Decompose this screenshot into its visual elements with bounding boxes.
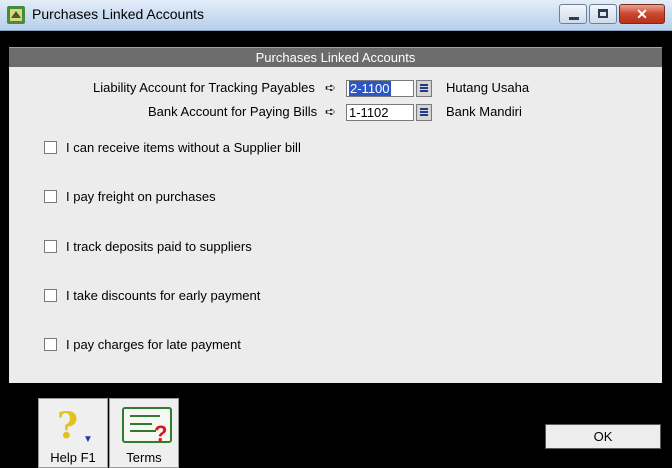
title-bar[interactable]: Purchases Linked Accounts ✕ bbox=[0, 0, 672, 31]
terms-button-label: Terms bbox=[126, 450, 162, 465]
terms-button[interactable]: ? Terms bbox=[109, 398, 179, 468]
terms-icon-line bbox=[130, 430, 156, 432]
maximize-icon bbox=[598, 9, 608, 18]
ok-button[interactable]: OK bbox=[545, 424, 661, 449]
option-label[interactable]: I take discounts for early payment bbox=[66, 288, 260, 303]
liability-account-number: 2-1100 bbox=[349, 81, 391, 96]
minimize-button[interactable] bbox=[559, 4, 587, 24]
dialog-window: Purchases Linked Accounts ✕ Purchases Li… bbox=[0, 0, 672, 468]
minimize-icon bbox=[569, 17, 579, 20]
terms-icon-line bbox=[130, 415, 160, 417]
option-checkbox[interactable] bbox=[44, 190, 57, 203]
bank-account-lookup-button[interactable] bbox=[416, 104, 432, 121]
arrow-icon: ➪ bbox=[325, 104, 336, 119]
liability-account-lookup-button[interactable] bbox=[416, 80, 432, 97]
bank-account-number: 1-1102 bbox=[349, 105, 389, 120]
liability-account-label: Liability Account for Tracking Payables bbox=[93, 80, 315, 95]
list-icon bbox=[420, 84, 428, 93]
option-checkbox[interactable] bbox=[44, 141, 57, 154]
close-icon: ✕ bbox=[636, 6, 648, 22]
app-icon bbox=[7, 6, 25, 24]
help-button-label: Help F1 bbox=[50, 450, 96, 465]
option-checkbox[interactable] bbox=[44, 289, 57, 302]
liability-account-input[interactable]: 2-1100 bbox=[346, 80, 414, 97]
option-label[interactable]: I can receive items without a Supplier b… bbox=[66, 140, 301, 155]
option-checkbox[interactable] bbox=[44, 338, 57, 351]
liability-account-name: Hutang Usaha bbox=[446, 80, 530, 95]
help-button[interactable]: ? ▼ Help F1 bbox=[38, 398, 108, 468]
window-title: Purchases Linked Accounts bbox=[32, 6, 204, 22]
option-label[interactable]: I pay freight on purchases bbox=[66, 189, 216, 204]
question-mark-icon: ? bbox=[154, 421, 168, 446]
option-label[interactable]: I pay charges for late payment bbox=[66, 337, 241, 352]
bank-account-label: Bank Account for Paying Bills bbox=[148, 104, 318, 119]
option-checkbox[interactable] bbox=[44, 240, 57, 253]
option-label[interactable]: I track deposits paid to suppliers bbox=[66, 239, 252, 254]
dropdown-arrow-icon: ▼ bbox=[83, 434, 93, 445]
linked-accounts-panel bbox=[9, 47, 662, 383]
help-icon: ? bbox=[57, 405, 79, 447]
list-icon bbox=[420, 108, 428, 117]
maximize-button[interactable] bbox=[589, 4, 617, 24]
panel-header: Purchases Linked Accounts bbox=[9, 47, 662, 67]
arrow-icon: ➪ bbox=[325, 80, 336, 95]
close-button[interactable]: ✕ bbox=[619, 4, 665, 24]
bank-account-input[interactable]: 1-1102 bbox=[346, 104, 414, 121]
terms-icon-line bbox=[130, 423, 152, 425]
bank-account-name: Bank Mandiri bbox=[446, 104, 522, 119]
